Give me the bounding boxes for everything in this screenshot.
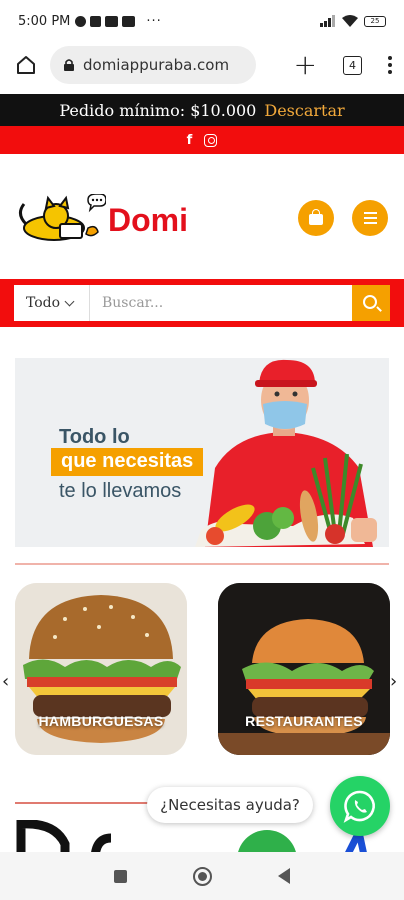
address-bar[interactable]: domiappuraba.com (50, 46, 256, 84)
category-carousel: ‹ HAMBURGUESAS RESTAURANTES › (0, 583, 404, 755)
cat-mascot-icon (19, 194, 106, 241)
facebook-icon[interactable]: f (187, 133, 193, 148)
help-bubble[interactable]: ¿Necesitas ayuda? (147, 787, 313, 823)
chevron-down-icon (64, 296, 75, 306)
hero-line-3: te lo llevamos (59, 480, 182, 502)
signal-icon (320, 15, 335, 27)
more-notifications: ··· (146, 13, 162, 29)
plus-icon[interactable]: + (294, 51, 317, 79)
battery-icon: 25 (364, 15, 386, 27)
status-left: 5:00 PM ··· (18, 14, 162, 29)
carousel-prev-icon[interactable]: ‹ (2, 673, 16, 691)
status-bar: 5:00 PM ··· 25 (0, 0, 404, 42)
hero-banner[interactable]: Todo lo que necesitas te lo llevamos (15, 358, 389, 547)
site-header: Domi (0, 180, 404, 256)
url-text: domiappuraba.com (83, 56, 230, 74)
category-label: HAMBURGUESAS (38, 713, 164, 729)
cart-button[interactable] (298, 200, 334, 236)
category-card-hamburguesas[interactable]: HAMBURGUESAS (15, 583, 187, 755)
bag-icon (309, 209, 323, 225)
clock-icon (75, 15, 87, 27)
brand-name: Domi (108, 202, 188, 238)
section-divider (15, 563, 389, 565)
logo[interactable]: Domi (14, 192, 204, 246)
promo-text: Pedido mínimo: $10.000 (59, 100, 257, 120)
search-bar: Todo (0, 279, 404, 327)
search-button[interactable] (352, 285, 390, 321)
instagram-icon[interactable] (204, 133, 218, 147)
browser-toolbar: domiappuraba.com + 4 (0, 42, 404, 88)
carousel-next-icon[interactable]: › (390, 673, 404, 691)
recents-icon[interactable] (114, 869, 127, 883)
status-time: 5:00 PM (18, 13, 71, 29)
category-card-restaurantes[interactable]: RESTAURANTES (218, 583, 390, 755)
category-label: RESTAURANTES (245, 713, 363, 729)
system-nav-bar (0, 852, 404, 900)
dismiss-link[interactable]: Descartar (264, 101, 344, 120)
lock-icon (64, 59, 74, 71)
wifi-icon (342, 15, 358, 27)
hero-line-1: Todo lo (59, 426, 130, 448)
home-circle-icon[interactable] (193, 866, 212, 886)
tabs-icon[interactable]: 4 (343, 55, 362, 75)
browser-actions: + 4 (294, 51, 392, 79)
search-input[interactable] (90, 285, 352, 321)
category-select-value: Todo (26, 295, 61, 311)
status-right: 25 (320, 15, 386, 27)
search-form: Todo (14, 285, 390, 321)
category-select[interactable]: Todo (14, 285, 90, 321)
social-bar: f (0, 126, 404, 154)
menu-icon (363, 212, 377, 224)
promo-bar: Pedido mínimo: $10.000 Descartar (0, 94, 404, 126)
back-icon[interactable] (278, 868, 290, 884)
youtube-icon (105, 15, 119, 27)
notification-icons (75, 15, 136, 27)
home-icon[interactable] (12, 51, 40, 79)
delivery-person-image (175, 358, 389, 547)
telegram-icon (90, 15, 102, 27)
whatsapp-button[interactable] (330, 776, 390, 836)
whatsapp-icon (343, 790, 375, 823)
burger-image (15, 583, 187, 755)
menu-button[interactable] (352, 200, 388, 236)
search-icon (362, 294, 377, 309)
restaurant-burger-image (218, 583, 390, 755)
more-icon[interactable] (388, 56, 392, 74)
youtube-icon (122, 15, 136, 27)
hero-line-2: que necesitas (51, 448, 204, 476)
